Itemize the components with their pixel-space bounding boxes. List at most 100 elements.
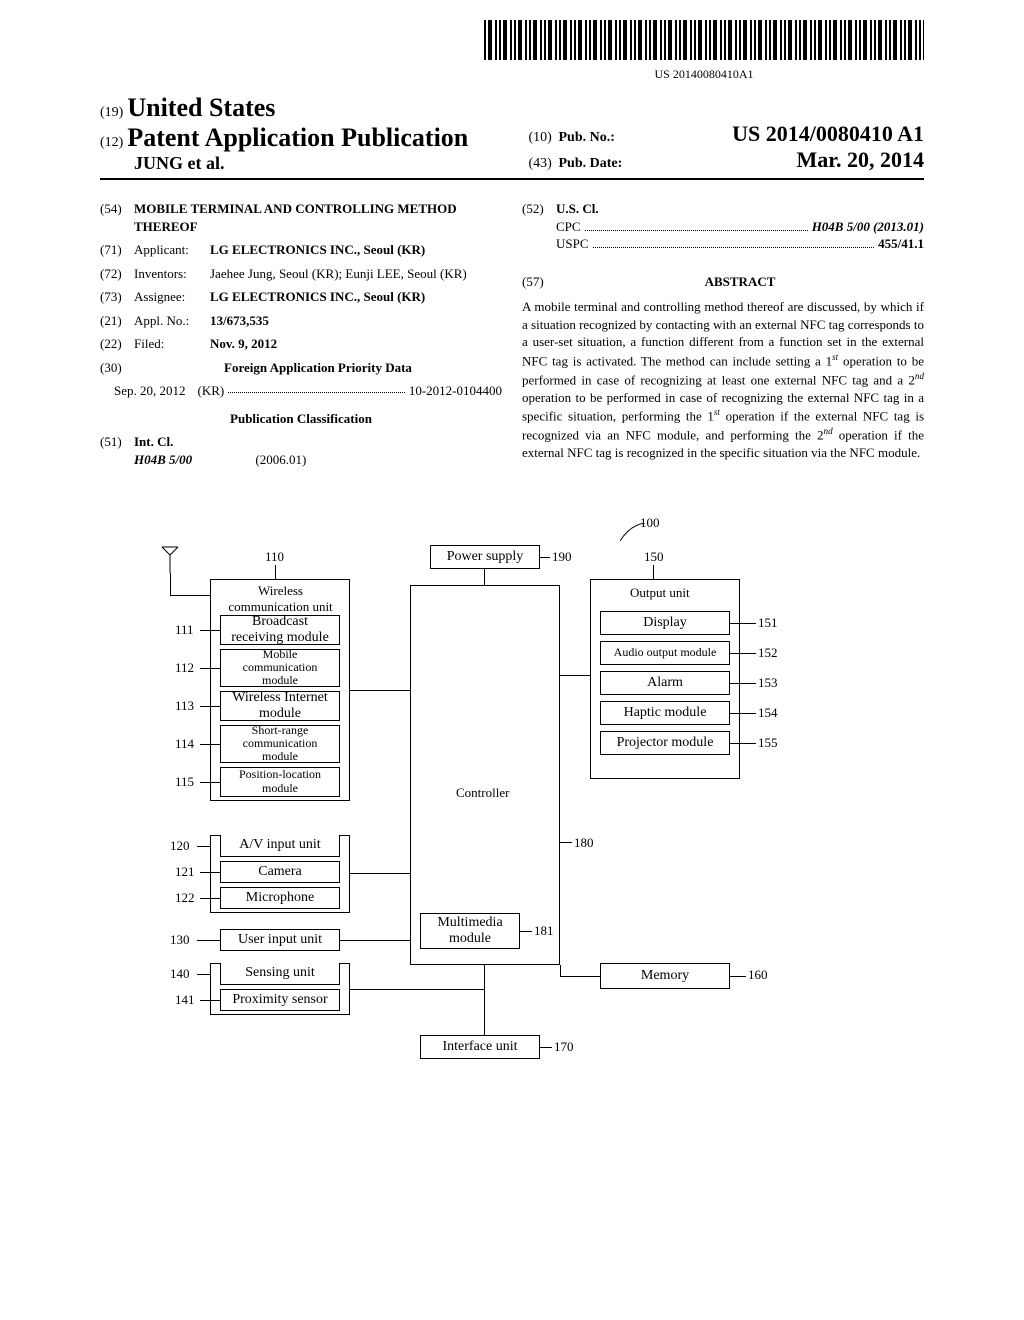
- label-wireless-comm: Wireless communication unit: [228, 583, 333, 615]
- foreign-country: (KR): [198, 382, 225, 400]
- line: [730, 713, 756, 714]
- intcl-field: (51) Int. Cl. H04B 5/00 (2006.01): [100, 433, 502, 468]
- box-audio: Audio output module: [600, 641, 730, 665]
- uscl-label: U.S. Cl.: [556, 201, 599, 216]
- assignee-num: (73): [100, 288, 134, 306]
- box-power-supply: Power supply: [430, 545, 540, 569]
- applicant: LG ELECTRONICS INC., Seoul (KR): [210, 241, 502, 259]
- line: [170, 573, 171, 595]
- ref-115: 115: [175, 774, 194, 790]
- left-col: (54) MOBILE TERMINAL AND CONTROLLING MET…: [100, 194, 502, 475]
- leader-line-icon: [620, 523, 650, 543]
- ref-140: 140: [170, 966, 190, 982]
- intcl-label: Int. Cl.: [134, 434, 173, 449]
- title: MOBILE TERMINAL AND CONTROLLING METHOD T…: [134, 200, 502, 235]
- cpc-label: CPC: [556, 218, 581, 236]
- header: (19) United States (12) Patent Applicati…: [100, 93, 924, 180]
- uspc-row: USPC 455/41.1: [556, 235, 924, 253]
- pub-no-num: (10): [528, 130, 558, 146]
- ref-170: 170: [554, 1039, 574, 1055]
- foreign-header: (30) Foreign Application Priority Data: [100, 359, 502, 377]
- appl-no: 13/673,535: [210, 312, 502, 330]
- line: [560, 976, 600, 977]
- line: [200, 782, 220, 783]
- uspc-val: 455/41.1: [878, 235, 924, 253]
- country: United States: [127, 93, 275, 122]
- header-right: (10) Pub. No.: US 2014/0080410 A1 (43) P…: [528, 93, 924, 174]
- doctype-num: (12): [100, 135, 123, 150]
- box-multimedia: Multimedia module: [420, 913, 520, 949]
- ref-190: 190: [552, 549, 572, 565]
- box-position: Position-location module: [220, 767, 340, 797]
- foreign-app: 10-2012-0104400: [409, 382, 502, 400]
- ref-111: 111: [175, 622, 194, 638]
- line: [200, 706, 220, 707]
- pub-date-row: (43) Pub. Date: Mar. 20, 2014: [528, 147, 924, 173]
- line: [730, 743, 756, 744]
- line: [197, 940, 220, 941]
- foreign-row: Sep. 20, 2012 (KR) 10-2012-0104400: [100, 382, 502, 400]
- doctype: Patent Application Publication: [127, 123, 468, 152]
- line: [730, 653, 756, 654]
- line: [200, 668, 220, 669]
- box-display: Display: [600, 611, 730, 635]
- foreign-num: (30): [100, 359, 134, 377]
- line: [484, 569, 485, 585]
- box-haptic: Haptic module: [600, 701, 730, 725]
- box-av-input: A/V input unit: [220, 835, 340, 857]
- line: [653, 565, 654, 579]
- ref-181: 181: [534, 923, 554, 939]
- filed: Nov. 9, 2012: [210, 335, 502, 353]
- abstract-header: (57) ABSTRACT: [522, 273, 924, 291]
- line: [730, 683, 756, 684]
- appl-no-label: Appl. No.:: [134, 312, 210, 330]
- pub-date: Mar. 20, 2014: [796, 147, 924, 173]
- abstract-text: A mobile terminal and controlling method…: [522, 298, 924, 461]
- dots-icon: [593, 237, 875, 248]
- assignee: LG ELECTRONICS INC., Seoul (KR): [210, 288, 502, 306]
- pub-no: US 2014/0080410 A1: [732, 121, 924, 147]
- line: [730, 623, 756, 624]
- antenna-icon: [160, 545, 180, 575]
- box-sensing: Sensing unit: [220, 963, 340, 985]
- line: [560, 842, 572, 843]
- authors: JUNG et al.: [134, 153, 512, 174]
- line: [520, 931, 532, 932]
- filed-num: (22): [100, 335, 134, 353]
- ref-154: 154: [758, 705, 778, 721]
- pub-no-row: (10) Pub. No.: US 2014/0080410 A1: [528, 121, 924, 147]
- box-mobile-comm: Mobile communication module: [220, 649, 340, 687]
- doctype-line: (12) Patent Application Publication: [100, 123, 512, 153]
- box-alarm: Alarm: [600, 671, 730, 695]
- filed-label: Filed:: [134, 335, 210, 353]
- box-short-range: Short-range communication module: [220, 725, 340, 763]
- box-wifi: Wireless Internet module: [220, 691, 340, 721]
- line: [197, 974, 210, 975]
- line: [540, 1047, 552, 1048]
- foreign-title: Foreign Application Priority Data: [134, 359, 502, 377]
- inventors-label: Inventors:: [134, 265, 210, 283]
- barcode-icon: [484, 20, 924, 60]
- ref-151: 151: [758, 615, 778, 631]
- country-num: (19): [100, 105, 123, 120]
- assignee-field: (73) Assignee: LG ELECTRONICS INC., Seou…: [100, 288, 502, 306]
- cpc-val: H04B 5/00 (2013.01): [812, 218, 924, 236]
- box-broadcast: Broadcast receiving module: [220, 615, 340, 645]
- ref-153: 153: [758, 675, 778, 691]
- line: [730, 976, 746, 977]
- ref-180: 180: [574, 835, 594, 851]
- ref-160: 160: [748, 967, 768, 983]
- ref-152: 152: [758, 645, 778, 661]
- ref-113: 113: [175, 698, 194, 714]
- box-memory: Memory: [600, 963, 730, 989]
- appl-no-num: (21): [100, 312, 134, 330]
- barcode-number: US 20140080410A1: [484, 67, 924, 82]
- pub-date-num: (43): [528, 156, 558, 172]
- box-camera: Camera: [220, 861, 340, 883]
- ref-110: 110: [265, 549, 284, 565]
- barcode-area: US 20140080410A1: [100, 20, 924, 83]
- patent-page: US 20140080410A1 (19) United States (12)…: [0, 0, 1024, 1175]
- biblio-columns: (54) MOBILE TERMINAL AND CONTROLLING MET…: [100, 194, 924, 475]
- header-left: (19) United States (12) Patent Applicati…: [100, 93, 512, 174]
- box-user-input: User input unit: [220, 929, 340, 951]
